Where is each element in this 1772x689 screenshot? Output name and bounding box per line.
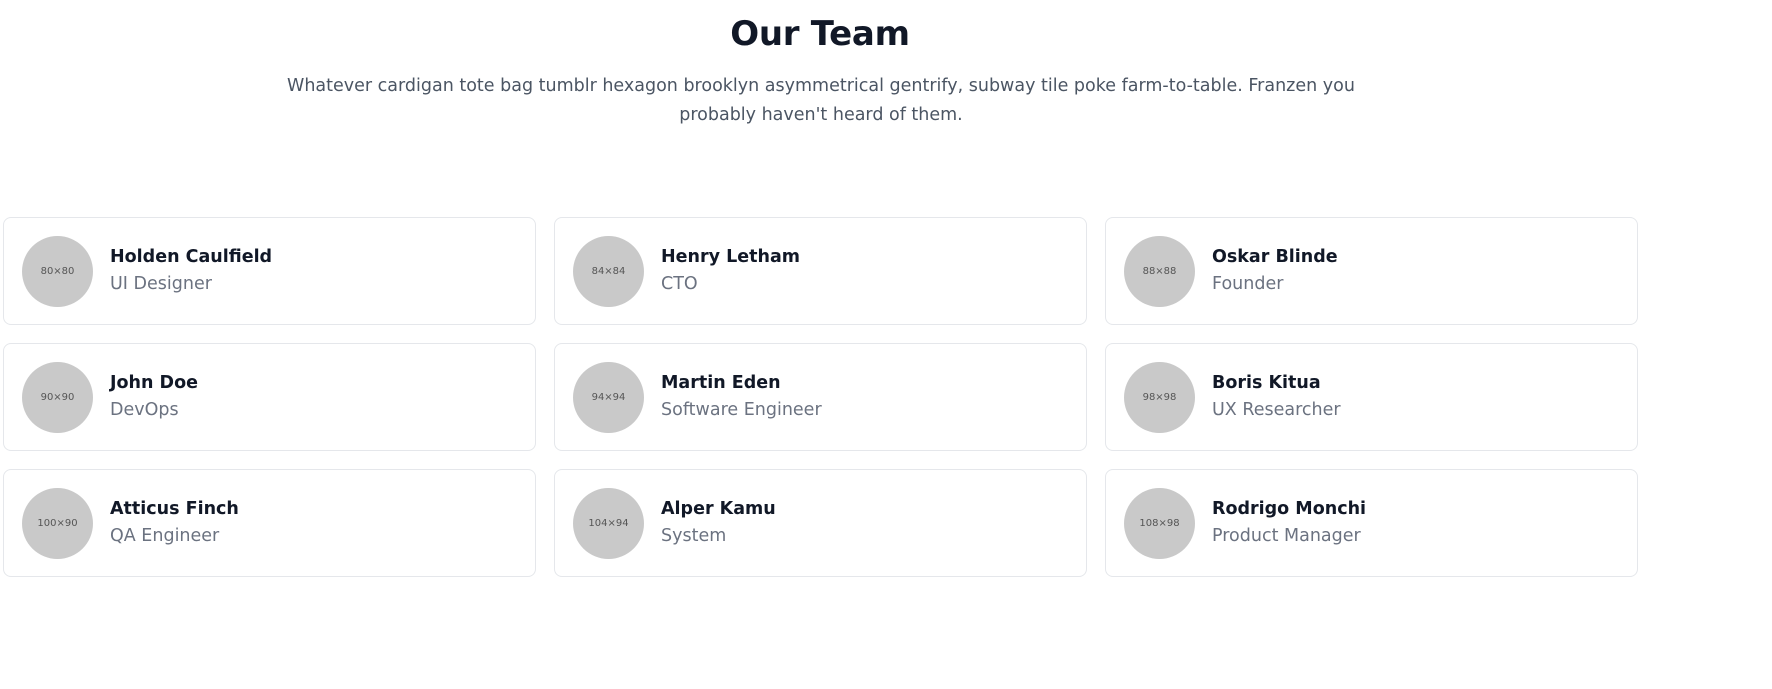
page-title: Our Team <box>730 14 910 54</box>
member-role: UX Researcher <box>1212 400 1341 420</box>
member-name: Oskar Blinde <box>1212 247 1338 267</box>
team-member-card: 90×90 John Doe DevOps <box>3 343 536 451</box>
member-info: Oskar Blinde Founder <box>1212 244 1338 298</box>
member-info: Boris Kitua UX Researcher <box>1212 370 1341 424</box>
avatar: 108×98 <box>1124 487 1195 559</box>
page-subtitle: Whatever cardigan tote bag tumblr hexago… <box>287 76 1355 125</box>
member-name: John Doe <box>110 373 198 393</box>
avatar-placeholder-label: 100×90 <box>37 517 78 529</box>
avatar: 84×84 <box>573 235 644 307</box>
team-grid: 80×80 Holden Caulfield UI Designer 84×84… <box>3 217 1638 577</box>
avatar-placeholder-label: 104×94 <box>588 517 629 529</box>
avatar-placeholder-label: 90×90 <box>40 391 75 403</box>
avatar-placeholder-label: 84×84 <box>591 265 626 277</box>
avatar-placeholder-label: 98×98 <box>1142 391 1177 403</box>
avatar: 100×90 <box>22 487 93 559</box>
avatar: 104×94 <box>573 487 644 559</box>
team-member-card: 100×90 Atticus Finch QA Engineer <box>3 469 536 577</box>
member-info: Alper Kamu System <box>661 496 776 550</box>
member-role: UI Designer <box>110 274 212 294</box>
team-member-card: 80×80 Holden Caulfield UI Designer <box>3 217 536 325</box>
team-member-card: 84×84 Henry Letham CTO <box>554 217 1087 325</box>
team-member-card: 94×94 Martin Eden Software Engineer <box>554 343 1087 451</box>
team-member-card: 88×88 Oskar Blinde Founder <box>1105 217 1638 325</box>
member-role: QA Engineer <box>110 526 220 546</box>
member-info: Rodrigo Monchi Product Manager <box>1212 496 1366 550</box>
avatar-placeholder-label: 80×80 <box>40 265 75 277</box>
member-info: Atticus Finch QA Engineer <box>110 496 239 550</box>
member-info: Martin Eden Software Engineer <box>661 370 822 424</box>
member-name: Holden Caulfield <box>110 247 273 267</box>
team-member-card: 98×98 Boris Kitua UX Researcher <box>1105 343 1638 451</box>
avatar: 90×90 <box>22 361 93 433</box>
avatar: 94×94 <box>573 361 644 433</box>
avatar-placeholder-label: 108×98 <box>1139 517 1180 529</box>
member-name: Henry Letham <box>661 247 800 267</box>
member-name: Martin Eden <box>661 373 781 393</box>
member-role: CTO <box>661 274 698 294</box>
member-name: Boris Kitua <box>1212 373 1321 393</box>
member-info: John Doe DevOps <box>110 370 198 424</box>
member-name: Rodrigo Monchi <box>1212 499 1367 519</box>
avatar-placeholder-label: 88×88 <box>1142 265 1177 277</box>
avatar: 80×80 <box>22 235 93 307</box>
member-role: DevOps <box>110 400 179 420</box>
team-member-card: 104×94 Alper Kamu System <box>554 469 1087 577</box>
member-role: System <box>661 526 727 546</box>
member-info: Henry Letham CTO <box>661 244 800 298</box>
team-member-card: 108×98 Rodrigo Monchi Product Manager <box>1105 469 1638 577</box>
avatar-placeholder-label: 94×94 <box>591 391 626 403</box>
member-role: Software Engineer <box>661 400 822 420</box>
member-name: Atticus Finch <box>110 499 239 519</box>
member-info: Holden Caulfield UI Designer <box>110 244 272 298</box>
avatar: 98×98 <box>1124 361 1195 433</box>
member-name: Alper Kamu <box>661 499 776 519</box>
avatar: 88×88 <box>1124 235 1195 307</box>
member-role: Product Manager <box>1212 526 1361 546</box>
member-role: Founder <box>1212 274 1284 294</box>
